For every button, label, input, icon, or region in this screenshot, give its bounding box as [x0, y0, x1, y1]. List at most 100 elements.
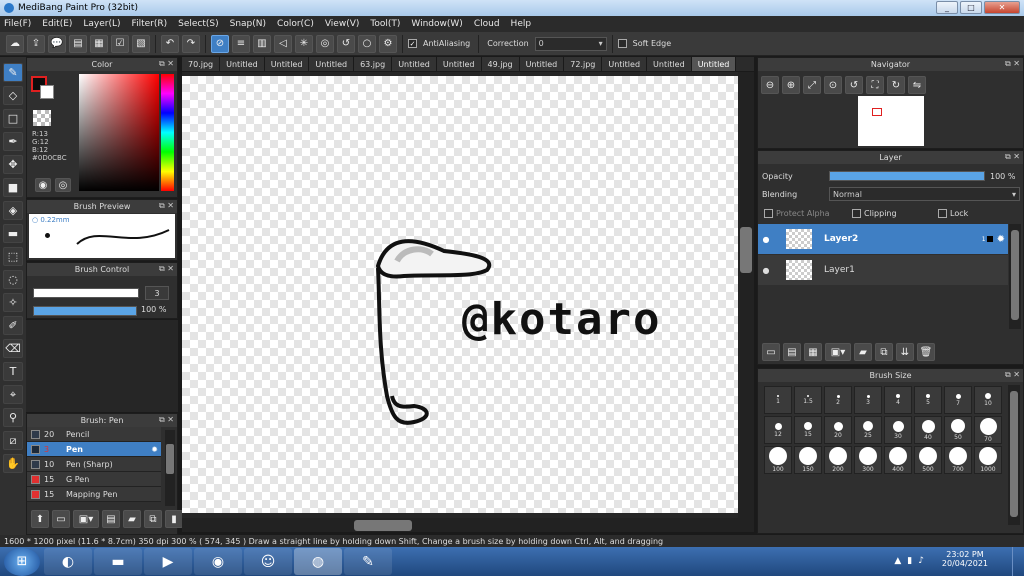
maximize-button[interactable]: □ [960, 1, 982, 14]
clipping-checkbox[interactable] [852, 209, 861, 218]
brush-list-scrollbar[interactable] [165, 430, 175, 506]
brush-size-option[interactable]: 100 [764, 446, 792, 474]
curve-snap-icon[interactable]: ↺ [337, 34, 355, 53]
brush-item-pencil[interactable]: 20 Pencil [27, 427, 161, 442]
brush-size-option[interactable]: 10 [974, 386, 1002, 414]
panel-close-icon[interactable]: ⧉ ✕ [1005, 370, 1020, 380]
brush-size-option[interactable]: 30 [884, 416, 912, 444]
brush-size-option[interactable]: 2 [824, 386, 852, 414]
layer-folder-icon[interactable]: ▰ [854, 343, 872, 361]
menu-layer[interactable]: Layer(L) [83, 19, 120, 29]
layer-row-layer1[interactable]: ● Layer1 [758, 255, 1008, 285]
brush-size-option[interactable]: 200 [824, 446, 852, 474]
brush-size-option[interactable]: 1000 [974, 446, 1002, 474]
delete-layer-icon[interactable]: 🗑 [917, 343, 935, 361]
correction-select[interactable]: 0 ▾ [534, 36, 607, 51]
rectangle-tool-icon[interactable]: □ [3, 109, 23, 128]
brush-size-option[interactable]: 1 [764, 386, 792, 414]
tab-untitled[interactable]: Untitled [309, 57, 355, 71]
tab-untitled[interactable]: Untitled [264, 57, 310, 71]
menu-help[interactable]: Help [511, 19, 532, 29]
cloud-icon[interactable]: ☁ [6, 34, 24, 53]
close-button[interactable]: ✕ [984, 1, 1020, 14]
app-launcher-icon[interactable]: ◐ [44, 548, 92, 575]
brush-size-option[interactable]: 20 [824, 416, 852, 444]
fit-window-icon[interactable]: ⛶ [866, 76, 884, 94]
brush-properties-icon[interactable]: ▤ [102, 510, 120, 528]
scrollbar-thumb[interactable] [740, 227, 752, 273]
layer-row-layer2[interactable]: ● Layer2 1 ✹ [758, 224, 1008, 254]
select-rect-tool-icon[interactable]: ⬚ [3, 247, 23, 266]
document-icon[interactable]: ▦ [90, 34, 108, 53]
redo-icon[interactable]: ↷ [182, 34, 200, 53]
radial-snap-icon[interactable]: ✳ [295, 34, 313, 53]
system-clock[interactable]: 23:02 PM 20/04/2021 [942, 550, 988, 568]
tab-untitled[interactable]: Untitled [602, 57, 648, 71]
lock-option[interactable]: Lock [938, 209, 968, 218]
operation-tool-icon[interactable]: ⌖ [3, 385, 23, 404]
windows-start-icon[interactable]: ⊞ [4, 547, 40, 576]
fill-rect-tool-icon[interactable]: ■ [3, 178, 23, 197]
delete-brush-icon[interactable]: ▮ [165, 510, 183, 528]
eye-icon[interactable]: ● [758, 266, 774, 275]
move-tool-icon[interactable]: ✥ [3, 155, 23, 174]
color-history-icon[interactable]: ◎ [55, 178, 71, 192]
layer-list-scrollbar[interactable] [1009, 224, 1021, 329]
canvas-area[interactable]: @kotaro [182, 72, 754, 518]
lasso-tool-icon[interactable]: ◌ [3, 270, 23, 289]
tray-expand-icon[interactable]: ▲ [894, 556, 901, 566]
brush-size-option[interactable]: 15 [794, 416, 822, 444]
checklist-icon[interactable]: ☑ [111, 34, 129, 53]
brush-size-option[interactable]: 700 [944, 446, 972, 474]
chat-icon[interactable]: 💬 [48, 34, 66, 53]
paint-app-icon[interactable]: ✎ [344, 548, 392, 575]
panel-close-icon[interactable]: ⧉ ✕ [159, 201, 174, 211]
duplicate-layer-icon[interactable]: ⧉ [875, 343, 893, 361]
scrollbar-thumb[interactable] [1010, 391, 1018, 517]
new-8bit-layer-icon[interactable]: ▦ [804, 343, 822, 361]
zoom-actual-icon[interactable]: ⊙ [824, 76, 842, 94]
gradient-tool-icon[interactable]: ▬ [3, 224, 23, 243]
vanishing-point-icon[interactable]: ◁ [274, 34, 292, 53]
tab-untitled-active[interactable]: Untitled [691, 57, 737, 71]
chrome-icon[interactable]: ◉ [194, 548, 242, 575]
add-layer-menu-icon[interactable]: ▣▾ [825, 343, 851, 361]
new-halftone-layer-icon[interactable]: ▤ [783, 343, 801, 361]
select-pen-tool-icon[interactable]: ✐ [3, 316, 23, 335]
parallel-snap-icon[interactable]: ≡ [232, 34, 250, 53]
character-app-icon[interactable]: ☺ [244, 548, 292, 575]
flip-horizontal-icon[interactable]: ⇋ [908, 76, 926, 94]
tab-untitled[interactable]: Untitled [647, 57, 692, 71]
drawing-canvas[interactable]: @kotaro [182, 76, 738, 513]
brush-size-scrollbar[interactable] [1008, 385, 1020, 525]
lock-checkbox[interactable] [938, 209, 947, 218]
brush-size-option[interactable]: 400 [884, 446, 912, 474]
brush-item-g-pen[interactable]: 15 G Pen [27, 472, 161, 487]
new-brush-icon[interactable]: ▭ [52, 510, 70, 528]
brush-size-option[interactable]: 500 [914, 446, 942, 474]
brush-size-option[interactable]: 4 [884, 386, 912, 414]
scrollbar-thumb[interactable] [1011, 230, 1019, 320]
duplicate-brush-icon[interactable]: ⧉ [144, 510, 162, 528]
tab-63-jpg[interactable]: 63.jpg [354, 57, 393, 71]
rotate-left-icon[interactable]: ↺ [845, 76, 863, 94]
panel-close-icon[interactable]: ⧉ ✕ [159, 264, 174, 274]
undo-icon[interactable]: ↶ [161, 34, 179, 53]
fit-screen-icon[interactable]: ⤢ [803, 76, 821, 94]
medibang-taskbar-icon[interactable]: ◍ [294, 548, 342, 575]
saturation-value-picker[interactable] [79, 74, 159, 191]
panel-close-icon[interactable]: ⧉ ✕ [1005, 152, 1020, 162]
snap-settings-icon[interactable]: ⚙ [379, 34, 397, 53]
zoom-in-icon[interactable]: ⊕ [782, 76, 800, 94]
brush-size-option[interactable]: 25 [854, 416, 882, 444]
panel-close-icon[interactable]: ⧉ ✕ [1005, 59, 1020, 69]
menu-cloud[interactable]: Cloud [474, 19, 500, 29]
scrollbar-thumb[interactable] [166, 444, 174, 474]
navigator-viewport-box[interactable] [872, 108, 882, 116]
select-eraser-tool-icon[interactable]: ⌫ [3, 339, 23, 358]
share-icon[interactable]: ⇪ [27, 34, 45, 53]
tab-untitled[interactable]: Untitled [436, 57, 482, 71]
brush-size-option[interactable]: 50 [944, 416, 972, 444]
background-color-swatch[interactable] [40, 85, 54, 99]
tab-untitled[interactable]: Untitled [392, 57, 437, 71]
